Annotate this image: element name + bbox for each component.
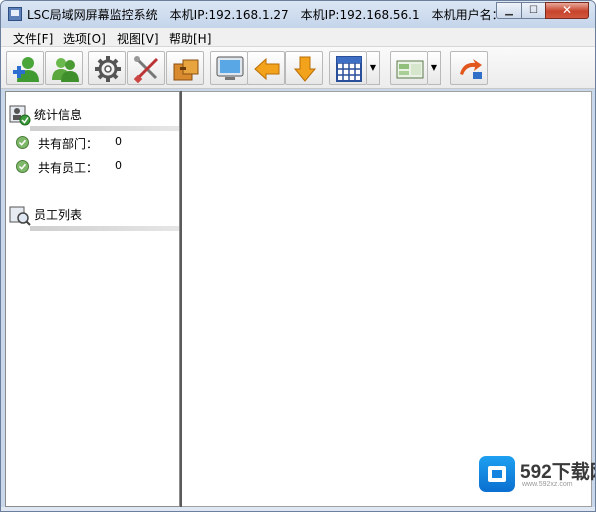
toolbar: ▼ ▼ — [1, 47, 595, 89]
watermark-logo-icon — [479, 456, 515, 492]
gear-icon — [95, 56, 121, 82]
status-bar — [1, 507, 595, 511]
title-bar[interactable]: LSC局域网屏幕监控系统 本机IP:192.168.1.27 本机IP:192.… — [1, 1, 595, 28]
tools-button[interactable] — [127, 51, 165, 85]
monitor-icon — [216, 56, 244, 80]
stats-group-header[interactable]: 统计信息 — [6, 100, 179, 134]
users-icon — [52, 58, 79, 82]
stat-value: 0 — [115, 135, 122, 148]
screen-view-dropdown[interactable]: ▼ — [428, 51, 441, 85]
users-button[interactable] — [45, 51, 83, 85]
minimize-button[interactable]: ▁ — [496, 2, 522, 19]
menu-help[interactable]: 帮助[H] — [169, 30, 211, 47]
check-icon — [16, 160, 29, 173]
grid-icon — [336, 56, 362, 82]
employee-search-icon — [9, 206, 31, 226]
arrow-left-icon — [254, 57, 280, 81]
menu-bar: 文件[F] 选项[O] 视图[V] 帮助[H] — [1, 28, 595, 47]
close-button[interactable]: ✕ — [545, 2, 589, 19]
watermark: 592下载网 www.592xz.com — [479, 454, 595, 494]
stat-value: 0 — [115, 159, 122, 172]
window-title: LSC局域网屏幕监控系统 本机IP:192.168.1.27 本机IP:192.… — [27, 8, 529, 22]
settings-button[interactable] — [88, 51, 126, 85]
screen-view-button[interactable] — [390, 51, 428, 85]
content-pane[interactable] — [182, 91, 592, 507]
employees-group-header[interactable]: 员工列表 — [6, 200, 179, 234]
remote-control-button[interactable] — [450, 51, 488, 85]
stats-group-divider — [30, 126, 179, 131]
navigation-pane: 统计信息 共有部门： 0 共有员工： 0 员工列表 — [5, 91, 180, 507]
employees-group-divider — [30, 226, 179, 231]
app-icon — [8, 7, 22, 21]
menu-file[interactable]: 文件[F] — [13, 30, 53, 47]
stat-row-employees: 共有员工： 0 — [16, 158, 176, 176]
remote-control-icon — [460, 59, 482, 79]
employees-group-title: 员工列表 — [34, 208, 83, 222]
watermark-brand: 592下载网 — [520, 462, 595, 483]
menu-options[interactable]: 选项[O] — [63, 30, 106, 47]
stats-info-icon — [9, 105, 31, 126]
stat-label: 共有员工： — [38, 161, 99, 175]
stats-group-title: 统计信息 — [34, 108, 83, 122]
app-window: LSC局域网屏幕监控系统 本机IP:192.168.1.27 本机IP:192.… — [0, 0, 596, 512]
monitor-button[interactable] — [210, 51, 248, 85]
stat-row-departments: 共有部门： 0 — [16, 134, 176, 152]
screen-view-icon — [396, 60, 424, 79]
menu-view[interactable]: 视图[V] — [117, 30, 159, 47]
tools-icon — [133, 56, 159, 84]
check-icon — [16, 136, 29, 149]
arrow-down-icon — [293, 56, 317, 82]
watermark-url: www.592xz.com — [522, 481, 573, 488]
download-button[interactable] — [285, 51, 323, 85]
add-user-icon — [13, 57, 39, 82]
back-button[interactable] — [247, 51, 285, 85]
grid-view-dropdown[interactable]: ▼ — [367, 51, 380, 85]
package-button[interactable] — [166, 51, 204, 85]
maximize-button[interactable]: ☐ — [521, 2, 546, 19]
grid-view-button[interactable] — [329, 51, 367, 85]
add-user-button[interactable] — [6, 51, 44, 85]
package-icon — [173, 59, 199, 81]
stat-label: 共有部门： — [38, 137, 99, 151]
